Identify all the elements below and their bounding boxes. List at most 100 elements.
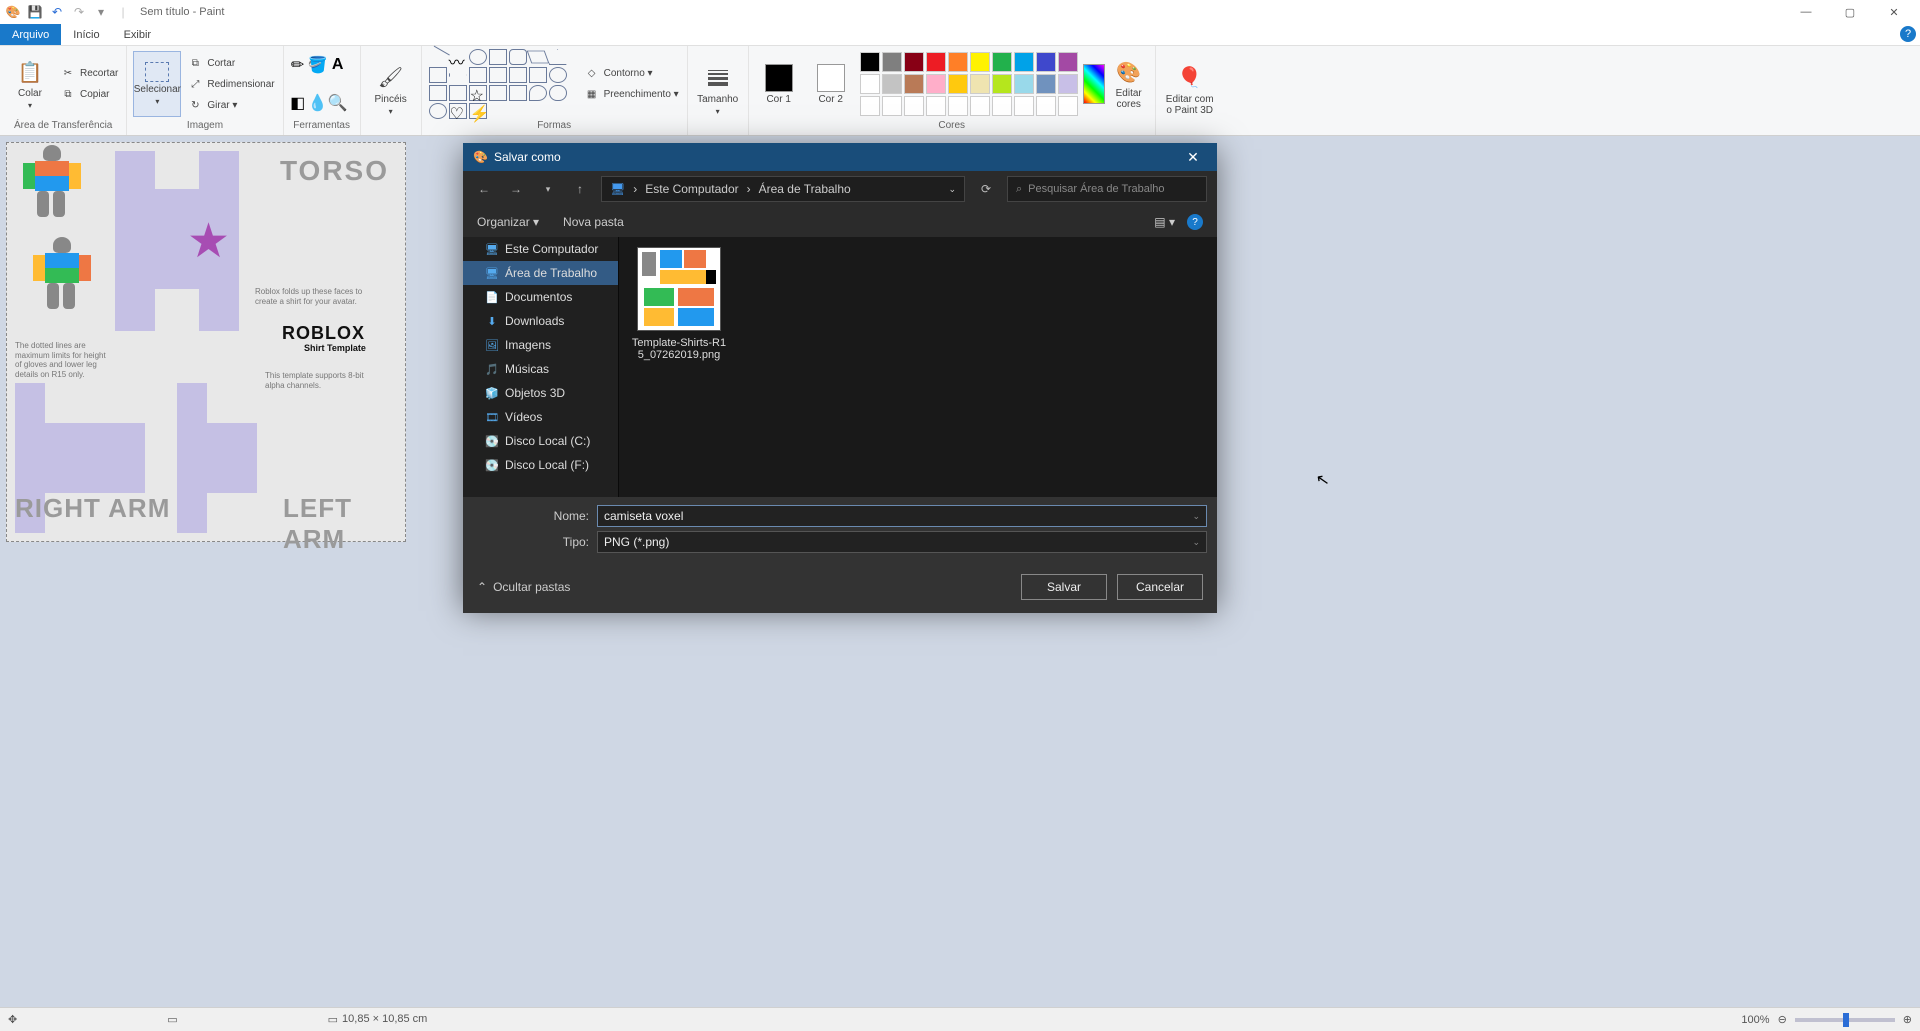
color-swatch[interactable]	[926, 74, 946, 94]
up-button[interactable]: ↑	[569, 178, 591, 200]
breadcrumb-1[interactable]: Este Computador	[645, 182, 738, 196]
eraser-icon[interactable]: ◧	[290, 95, 306, 111]
type-select[interactable]: PNG (*.png)⌄	[597, 531, 1207, 553]
minimize-button[interactable]: —	[1784, 0, 1828, 24]
color-swatch[interactable]	[1058, 52, 1078, 72]
qat-dropdown-icon[interactable]: ▾	[92, 3, 110, 21]
tree-item[interactable]: 💽Disco Local (F:)	[463, 453, 618, 477]
crop-button[interactable]: ⧉Cortar	[185, 53, 276, 73]
tree-item[interactable]: ⬇Downloads	[463, 309, 618, 333]
fill-button[interactable]: ▦Preenchimento ▾	[582, 85, 681, 105]
zoom-icon[interactable]: 🔍	[330, 95, 346, 111]
color-swatch[interactable]	[926, 96, 946, 116]
zoom-out-button[interactable]: ⊖	[1778, 1013, 1787, 1026]
name-input[interactable]: camiseta voxel⌄	[597, 505, 1207, 527]
select-button[interactable]: Selecionar▾	[133, 51, 181, 117]
color-swatch[interactable]	[948, 74, 968, 94]
search-input[interactable]: ⌕ Pesquisar Área de Trabalho	[1007, 176, 1207, 202]
color-swatch[interactable]	[882, 74, 902, 94]
edit-colors-button[interactable]: 🎨Editar cores	[1109, 51, 1149, 117]
hide-folders-button[interactable]: ⌃Ocultar pastas	[477, 580, 570, 594]
cut-button[interactable]: ✂Recortar	[58, 64, 120, 84]
color-palette[interactable]	[859, 51, 1079, 117]
tree-item[interactable]: 🖼Imagens	[463, 333, 618, 357]
tab-view[interactable]: Exibir	[112, 24, 164, 45]
color-swatch[interactable]	[904, 74, 924, 94]
color-swatch[interactable]	[882, 96, 902, 116]
outline-button[interactable]: ◇Contorno ▾	[582, 64, 681, 84]
pencil-icon[interactable]: ✏	[290, 57, 306, 73]
color-swatch[interactable]	[1058, 74, 1078, 94]
color-swatch[interactable]	[1036, 52, 1056, 72]
undo-icon[interactable]: ↶	[48, 3, 66, 21]
tree-item[interactable]: 🎵Músicas	[463, 357, 618, 381]
zoom-in-button[interactable]: ⊕	[1903, 1013, 1912, 1026]
new-folder-button[interactable]: Nova pasta	[563, 215, 624, 229]
color1-button[interactable]: Cor 1	[755, 51, 803, 117]
canvas[interactable]: TORSO ★ Roblox folds up these faces to c…	[6, 142, 406, 542]
save-button[interactable]: Salvar	[1021, 574, 1107, 600]
tree-item[interactable]: 💽Disco Local (C:)	[463, 429, 618, 453]
paint3d-button[interactable]: 🎈Editar com o Paint 3D	[1162, 57, 1218, 123]
color-swatch[interactable]	[992, 96, 1012, 116]
close-button[interactable]: ✕	[1872, 0, 1916, 24]
brushes-button[interactable]: 🖌Pincéis▾	[367, 57, 415, 123]
bucket-icon[interactable]: 🪣	[310, 57, 326, 73]
tree-item[interactable]: 🖥Este Computador	[463, 237, 618, 261]
rotate-button[interactable]: ↻Girar ▾	[185, 95, 276, 115]
dialog-help-icon[interactable]: ?	[1187, 214, 1203, 230]
color-swatch[interactable]	[926, 52, 946, 72]
color-swatch[interactable]	[860, 96, 880, 116]
dialog-close-button[interactable]: ✕	[1179, 149, 1207, 166]
address-bar[interactable]: 🖥 › Este Computador › Área de Trabalho ⌄	[601, 176, 965, 202]
paste-button[interactable]: 📋Colar▾	[6, 51, 54, 117]
file-item[interactable]: Template-Shirts-R15_07262019.png	[629, 247, 729, 361]
color-swatch[interactable]	[948, 52, 968, 72]
color-swatch[interactable]	[1014, 74, 1034, 94]
color-swatch[interactable]	[1036, 96, 1056, 116]
color-swatch[interactable]	[860, 52, 880, 72]
view-button[interactable]: ▤ ▾	[1154, 215, 1175, 229]
color-swatch[interactable]	[1014, 96, 1034, 116]
color-swatch[interactable]	[1014, 52, 1034, 72]
color-swatch[interactable]	[970, 74, 990, 94]
color-swatch[interactable]	[860, 74, 880, 94]
color-swatch[interactable]	[882, 52, 902, 72]
size-button[interactable]: Tamanho▾	[694, 57, 742, 123]
maximize-button[interactable]: ▢	[1828, 0, 1872, 24]
refresh-button[interactable]: ⟳	[975, 178, 997, 200]
redo-icon[interactable]: ↷	[70, 3, 88, 21]
resize-button[interactable]: ⤢Redimensionar	[185, 74, 276, 94]
tab-home[interactable]: Início	[61, 24, 111, 45]
folder-tree[interactable]: 🖥Este Computador🖥Área de Trabalho📄Docume…	[463, 237, 619, 497]
color-swatch[interactable]	[992, 74, 1012, 94]
color-swatch[interactable]	[992, 52, 1012, 72]
zoom-slider[interactable]	[1795, 1018, 1895, 1022]
color-swatch[interactable]	[904, 96, 924, 116]
color-swatch[interactable]	[970, 96, 990, 116]
files-view[interactable]: Template-Shirts-R15_07262019.png	[619, 237, 1217, 497]
text-icon[interactable]: A	[330, 57, 346, 73]
breadcrumb-2[interactable]: Área de Trabalho	[759, 182, 851, 196]
color-swatch[interactable]	[948, 96, 968, 116]
color-swatch[interactable]	[1058, 96, 1078, 116]
tab-file[interactable]: Arquivo	[0, 24, 61, 45]
color-swatch[interactable]	[970, 52, 990, 72]
shapes-gallery[interactable]: 〰 ☆♡⚡	[428, 48, 578, 120]
color-swatch[interactable]	[904, 52, 924, 72]
tree-item[interactable]: 📄Documentos	[463, 285, 618, 309]
save-icon[interactable]: 💾	[26, 3, 44, 21]
organize-button[interactable]: Organizar ▾	[477, 215, 539, 229]
help-icon[interactable]: ?	[1900, 26, 1916, 42]
color-swatch[interactable]	[1036, 74, 1056, 94]
tree-item[interactable]: 🖥Área de Trabalho	[463, 261, 618, 285]
back-button[interactable]: ←	[473, 178, 495, 200]
tree-item[interactable]: 🎞Vídeos	[463, 405, 618, 429]
copy-button[interactable]: ⧉Copiar	[58, 85, 120, 105]
picker-icon[interactable]: 💧	[310, 95, 326, 111]
tree-item[interactable]: 🧊Objetos 3D	[463, 381, 618, 405]
forward-button[interactable]: →	[505, 178, 527, 200]
recent-dropdown[interactable]: ▾	[537, 178, 559, 200]
chevron-down-icon[interactable]: ⌄	[948, 184, 956, 195]
color2-button[interactable]: Cor 2	[807, 51, 855, 117]
